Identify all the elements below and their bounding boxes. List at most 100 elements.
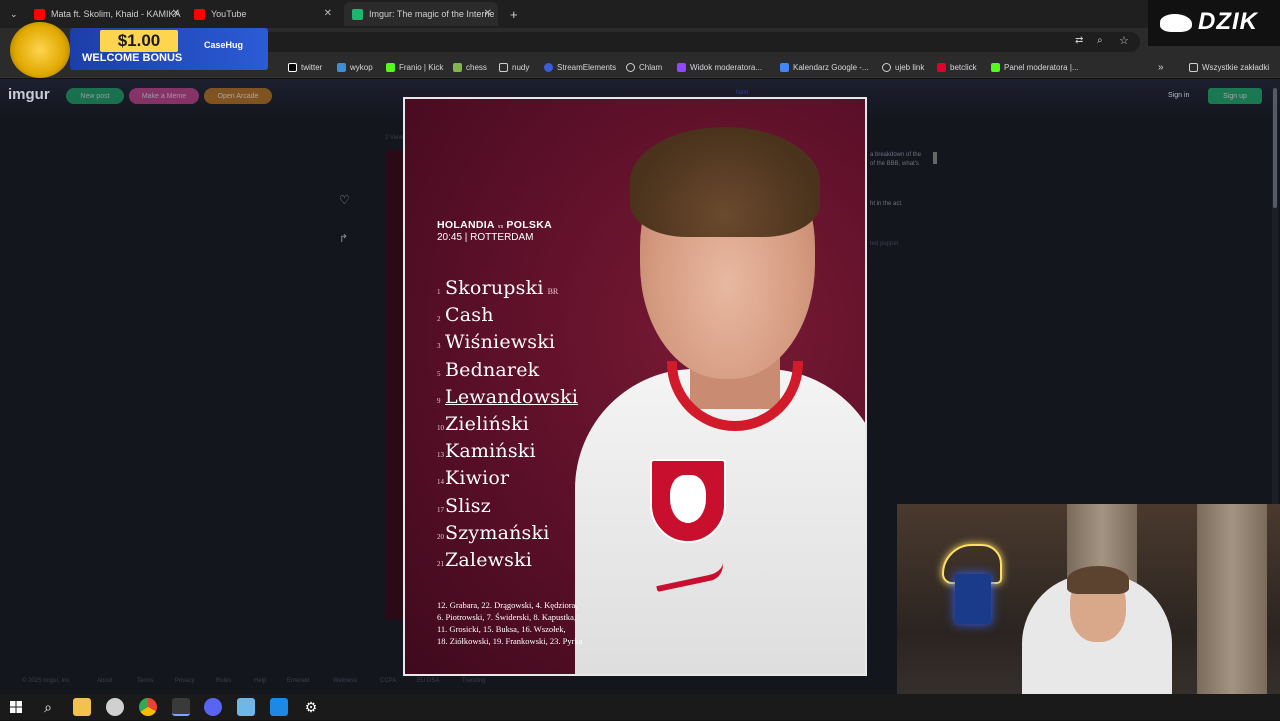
- wykop-icon: [337, 62, 346, 72]
- player-name: Kiwior: [445, 467, 510, 490]
- streamer-logo-text: DZIK: [1198, 8, 1258, 35]
- file-explorer-icon[interactable]: [73, 698, 91, 716]
- streamelements-icon: [544, 62, 553, 72]
- webcam-overlay: [897, 504, 1280, 720]
- bookmark-kalendarz[interactable]: Kalendarz Google -...: [780, 60, 869, 74]
- player-name: Lewandowski: [445, 385, 579, 408]
- chrome-icon[interactable]: [139, 698, 157, 716]
- bookmark-streamelements[interactable]: StreamElements: [544, 60, 616, 74]
- player-name: Zalewski: [445, 548, 533, 571]
- substitutes-line: 12. Grabara, 22. Drągowski, 4. Kędziora,: [437, 600, 578, 610]
- post-image[interactable]: HOLANDIA vs POLSKA 20:45 | ROTTERDAM 1 Skor…: [403, 97, 867, 676]
- bookmark-chlam[interactable]: Chlam: [626, 60, 662, 74]
- url-field[interactable]: [250, 32, 1140, 52]
- eagle-crest-icon: [650, 459, 726, 543]
- discord-icon[interactable]: [204, 698, 222, 716]
- versus-label: vs: [497, 224, 504, 230]
- zoom-icon[interactable]: ⌕: [1097, 35, 1103, 46]
- bookmark-panel-moderatora[interactable]: Panel moderatora |...: [991, 60, 1079, 74]
- substitutes-line: 11. Grosicki, 15. Buksa, 16. Wszołek,: [437, 624, 566, 634]
- player-number: 1: [437, 288, 441, 296]
- bookmark-widok-moderatora[interactable]: Widok moderatora...: [677, 60, 762, 74]
- side-post-text[interactable]: of the BBB, what's: [870, 161, 919, 167]
- away-team: POLSKA: [506, 219, 552, 231]
- footer-eu-dsa[interactable]: EU DSA: [417, 678, 439, 684]
- footer-about[interactable]: About: [97, 678, 113, 684]
- all-bookmarks-button[interactable]: Wszystkie zakładki: [1189, 60, 1269, 74]
- bookmark-nudy[interactable]: nudy: [499, 60, 529, 74]
- footer-ccpa[interactable]: CCPA: [380, 678, 396, 684]
- sign-in-link[interactable]: Sign in: [1168, 92, 1189, 99]
- settings-gear-icon[interactable]: ⚙: [302, 698, 320, 716]
- twitch-icon: [677, 62, 686, 72]
- player-number: 2: [437, 315, 441, 324]
- bookmark-label: Kalendarz Google -...: [793, 62, 869, 72]
- footer-privacy[interactable]: Privacy: [175, 678, 195, 684]
- close-icon[interactable]: ✕: [324, 8, 332, 19]
- promo-brand: CaseHug: [204, 40, 244, 50]
- share-icon[interactable]: ↱: [339, 232, 348, 245]
- betclick-icon: [937, 62, 946, 72]
- bookmark-twitter[interactable]: twitter: [288, 60, 322, 74]
- lineup-row: 3 Wiśniewski: [437, 331, 578, 358]
- windows-start-icon[interactable]: [7, 698, 25, 716]
- side-scroll-handle[interactable]: [933, 152, 937, 164]
- next-post-button[interactable]: Next: [736, 90, 748, 96]
- app-icon[interactable]: [106, 698, 124, 716]
- substitutes-list: 12. Grabara, 22. Drągowski, 4. Kędziora,…: [437, 599, 582, 647]
- bookmark-franio-kick[interactable]: Franio | Kick: [386, 60, 443, 74]
- footer-rules[interactable]: Rules: [216, 678, 231, 684]
- active-app-icon[interactable]: [172, 698, 190, 716]
- sign-up-button[interactable]: Sign up: [1208, 88, 1262, 104]
- open-arcade-button[interactable]: Open Arcade: [204, 88, 272, 104]
- window-app-icon[interactable]: [270, 698, 288, 716]
- player-number: 20: [437, 532, 444, 541]
- eagle-icon: [670, 475, 706, 523]
- bookmark-label: chess: [466, 62, 487, 72]
- player-tag: BR: [547, 287, 559, 296]
- bookmark-label: twitter: [301, 62, 323, 72]
- bookmark-label: Wszystkie zakładki: [1202, 62, 1270, 72]
- tab-imgur[interactable]: Imgur: The magic of the Interne ✕: [344, 2, 498, 26]
- translate-icon[interactable]: ⇄: [1075, 35, 1083, 46]
- folder-icon: [1189, 62, 1198, 72]
- bookmark-chess[interactable]: chess: [453, 60, 487, 74]
- notepad-icon[interactable]: [237, 698, 255, 716]
- calendar-icon: [780, 62, 789, 72]
- heart-icon[interactable]: ♡: [339, 193, 350, 207]
- side-post-text[interactable]: ht in the act.: [870, 201, 903, 207]
- side-post-text[interactable]: a breakdown of the: [870, 152, 921, 158]
- close-icon[interactable]: ✕: [484, 8, 492, 19]
- lineup-row: 9 Lewandowski: [437, 386, 578, 413]
- match-title: HOLANDIA vs POLSKA: [437, 219, 552, 231]
- promo-banner: $1.00 WELCOME BONUS CaseHug: [0, 18, 268, 80]
- footer-terms[interactable]: Terms: [137, 678, 153, 684]
- star-icon[interactable]: ☆: [1119, 34, 1129, 47]
- new-post-button[interactable]: New post: [66, 88, 124, 104]
- bookmark-ujeb-link[interactable]: ujeb link: [882, 60, 924, 74]
- make-meme-button[interactable]: Make a Meme: [129, 88, 199, 104]
- bookmark-label: ujeb link: [895, 62, 925, 72]
- starting-lineup: 1 Skorupski BR 2 Cash 3 Wiśniewski 5 Bednarek…: [437, 277, 578, 576]
- bookmark-label: betclick: [950, 62, 977, 72]
- bookmark-betclick[interactable]: betclick: [937, 60, 977, 74]
- bookmark-wykop[interactable]: wykop: [337, 60, 373, 74]
- new-tab-button[interactable]: +: [502, 2, 522, 26]
- tab-label: Imgur: The magic of the Interne: [369, 9, 495, 19]
- home-team: HOLANDIA: [437, 219, 495, 231]
- search-icon[interactable]: ⌕: [39, 698, 57, 716]
- footer-wellness[interactable]: Wellness: [333, 678, 357, 684]
- substitutes-line: 18. Ziółkowski, 19. Frankowski, 23. Pyrk…: [437, 636, 583, 646]
- imgur-logo[interactable]: imgur: [8, 86, 50, 103]
- page-scroll-thumb[interactable]: [1273, 88, 1277, 208]
- lineup-row: 2 Cash: [437, 304, 578, 331]
- footer-emerald[interactable]: Emerald: [287, 678, 309, 684]
- substitutes-line: 6. Piotrowski, 7. Świderski, 8. Kapustka…: [437, 612, 577, 622]
- footer-help[interactable]: Help: [254, 678, 266, 684]
- coin-icon: [10, 22, 70, 78]
- footer-trending[interactable]: Trending: [462, 678, 485, 684]
- bookmarks-more-button[interactable]: »: [1158, 60, 1164, 74]
- globe-icon: [626, 62, 635, 72]
- side-post-text[interactable]: ted pupper: [870, 241, 899, 247]
- kick-icon: [386, 62, 395, 72]
